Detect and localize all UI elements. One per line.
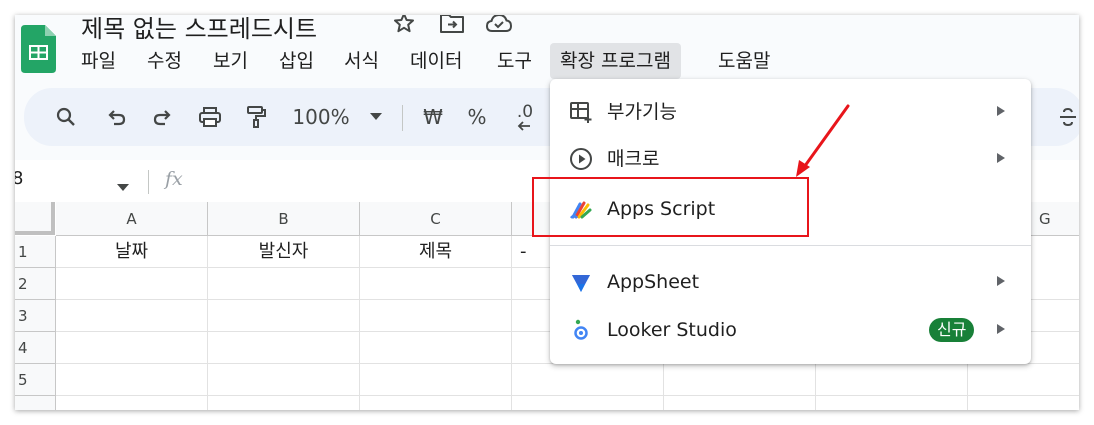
app-window: 제목 없는 스프레드시트 파일 수정 보기 삽입 서식 데이터 도구 확장 프로… <box>15 15 1079 410</box>
submenu-arrow-icon <box>997 153 1005 163</box>
paint-format-icon[interactable] <box>236 88 276 146</box>
cell-b1[interactable]: 발신자 <box>208 236 360 268</box>
menu-item-label: AppSheet <box>607 271 700 293</box>
google-sheets-logo[interactable] <box>21 25 56 73</box>
row-header-2[interactable]: 2 <box>15 268 56 300</box>
menu-item-looker-studio[interactable]: Looker Studio 신규 <box>550 307 1031 353</box>
cell-c1[interactable]: 제목 <box>360 236 512 268</box>
menu-data[interactable]: 데이터 <box>400 43 472 79</box>
row-header-4[interactable]: 4 <box>15 332 56 364</box>
toolbar-divider <box>402 105 403 131</box>
addon-icon <box>569 100 593 124</box>
submenu-arrow-icon <box>997 324 1005 334</box>
name-box[interactable]: 8 <box>15 168 23 189</box>
looker-studio-icon <box>569 318 593 342</box>
row-header-6[interactable] <box>15 396 56 410</box>
formula-divider <box>148 170 149 194</box>
menu-divider <box>550 245 1031 246</box>
highlight-box <box>532 177 809 237</box>
row-header-5[interactable]: 5 <box>15 364 56 396</box>
row-header-1[interactable]: 1 <box>15 236 56 268</box>
decrease-decimal-button[interactable]: .0 <box>504 88 544 146</box>
menu-insert[interactable]: 삽입 <box>269 43 324 79</box>
menu-tools[interactable]: 도구 <box>487 43 542 79</box>
menu-view[interactable]: 보기 <box>203 43 258 79</box>
currency-format-button[interactable]: ₩ <box>416 88 450 146</box>
menu-item-label: Looker Studio <box>607 319 737 341</box>
undo-icon[interactable] <box>97 88 137 146</box>
menu-help[interactable]: 도움말 <box>708 43 780 79</box>
row-header-3[interactable]: 3 <box>15 300 56 332</box>
menu-item-label: 매크로 <box>607 148 660 170</box>
menu-file[interactable]: 파일 <box>71 43 126 79</box>
zoom-dropdown-icon[interactable] <box>364 88 388 146</box>
menu-extensions[interactable]: 확장 프로그램 <box>550 43 681 79</box>
select-all-corner[interactable] <box>15 202 55 235</box>
menu-item-label: 부가기능 <box>607 101 677 123</box>
name-box-dropdown-icon[interactable] <box>117 177 129 196</box>
print-icon[interactable] <box>190 88 230 146</box>
cloud-check-icon[interactable] <box>485 15 513 35</box>
column-header-c[interactable]: C <box>360 202 512 236</box>
document-title[interactable]: 제목 없는 스프레드시트 <box>81 15 317 44</box>
zoom-select[interactable]: 100% <box>286 88 356 146</box>
cell-a1[interactable]: 날짜 <box>56 236 208 268</box>
folder-move-icon[interactable] <box>439 15 464 35</box>
search-icon[interactable] <box>46 88 86 146</box>
play-circle-icon <box>569 147 593 171</box>
menu-item-appsheet[interactable]: AppSheet <box>550 259 1031 305</box>
column-header-a[interactable]: A <box>56 202 208 236</box>
star-outline-icon[interactable] <box>392 15 416 35</box>
column-header-b[interactable]: B <box>208 202 360 236</box>
redo-icon[interactable] <box>142 88 182 146</box>
strikethrough-icon[interactable] <box>1052 88 1079 146</box>
appsheet-icon <box>569 270 593 294</box>
menu-format[interactable]: 서식 <box>334 43 389 79</box>
menu-edit[interactable]: 수정 <box>137 43 192 79</box>
new-badge: 신규 <box>929 318 975 342</box>
submenu-arrow-icon <box>997 276 1005 286</box>
submenu-arrow-icon <box>997 106 1005 116</box>
fx-icon: fx <box>165 168 183 190</box>
percent-format-button[interactable]: % <box>460 88 494 146</box>
red-arrow-annotation <box>780 100 860 180</box>
